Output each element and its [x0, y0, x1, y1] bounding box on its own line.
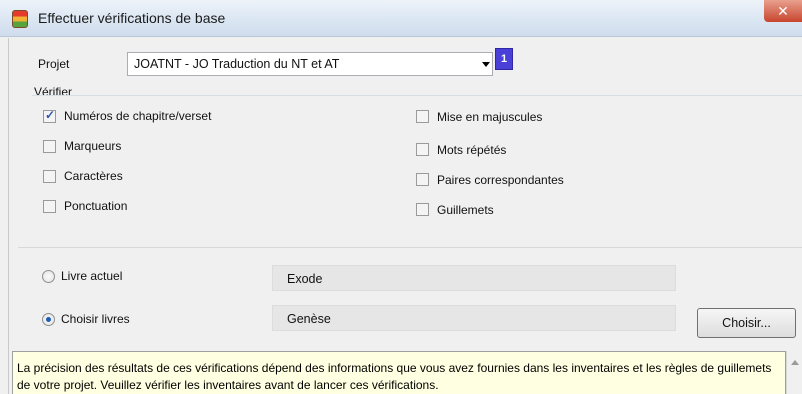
check-chapter-verse-label: Numéros de chapitre/verset — [64, 109, 212, 123]
check-quotes[interactable] — [416, 203, 429, 216]
title-bar: Effectuer vérifications de base ✕ — [0, 0, 802, 37]
app-icon — [12, 10, 28, 28]
project-combobox[interactable]: JOATNT - JO Traduction du NT et AT — [127, 52, 493, 76]
dialog-body — [8, 38, 802, 394]
choose-books-button[interactable]: Choisir... — [697, 308, 796, 338]
check-repeated-words[interactable] — [416, 143, 429, 156]
close-icon[interactable]: ✕ — [764, 0, 802, 22]
check-capitalization[interactable] — [416, 110, 429, 123]
radio-current-book-label: Livre actuel — [61, 269, 123, 283]
project-badge: 1 — [495, 48, 513, 70]
check-markers[interactable] — [43, 140, 56, 153]
check-characters[interactable] — [43, 170, 56, 183]
info-box: La précision des résultats de ces vérifi… — [12, 351, 786, 394]
section-divider — [18, 247, 802, 248]
check-quotes-label: Guillemets — [437, 203, 494, 217]
radio-choose-books-label: Choisir livres — [61, 312, 130, 326]
current-book-value: Exode — [287, 272, 323, 286]
check-chapter-verse[interactable] — [43, 108, 56, 123]
chevron-down-icon[interactable] — [482, 62, 490, 67]
check-matched-pairs-label: Paires correspondantes — [437, 173, 564, 187]
chosen-books-field: Genèse — [272, 305, 676, 331]
check-matched-pairs[interactable] — [416, 173, 429, 186]
check-punctuation[interactable] — [43, 200, 56, 213]
radio-current-book[interactable] — [42, 270, 55, 283]
check-markers-label: Marqueurs — [64, 139, 122, 153]
check-punctuation-label: Ponctuation — [64, 199, 128, 213]
project-value: JOATNT - JO Traduction du NT et AT — [134, 57, 340, 71]
verify-group-label: Vérifier — [34, 85, 73, 99]
radio-choose-books[interactable] — [42, 313, 55, 326]
check-capitalization-label: Mise en majuscules — [437, 110, 543, 124]
scroll-up-icon[interactable] — [791, 360, 799, 365]
info-text: La précision des résultats de ces vérifi… — [17, 361, 772, 392]
project-label: Projet — [38, 57, 70, 71]
info-scrollbar[interactable] — [786, 351, 802, 394]
check-characters-label: Caractères — [64, 169, 123, 183]
verify-group-border — [32, 95, 802, 96]
current-book-field: Exode — [272, 265, 676, 291]
window-title: Effectuer vérifications de base — [38, 10, 226, 26]
check-repeated-words-label: Mots répétés — [437, 143, 507, 157]
chosen-books-value: Genèse — [287, 312, 331, 326]
